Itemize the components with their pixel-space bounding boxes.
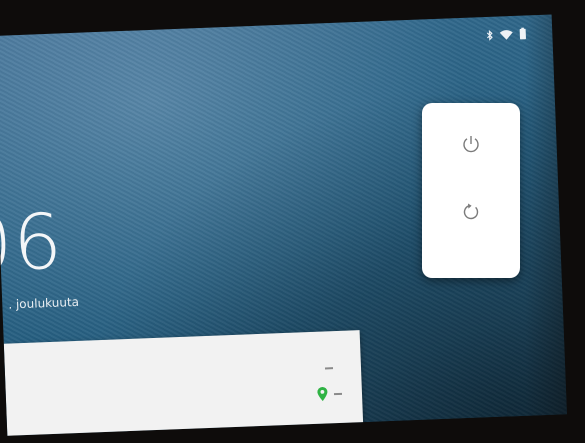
notification-divider	[324, 367, 334, 370]
bluetooth-icon	[486, 29, 493, 41]
battery-icon	[519, 27, 526, 40]
wifi-icon	[499, 28, 513, 40]
power-off-button[interactable]	[446, 121, 496, 171]
device-photo: 06 . joulukuuta	[0, 0, 585, 443]
restart-icon	[461, 202, 481, 226]
notification-card[interactable]	[3, 330, 364, 436]
clock-time: 06	[0, 196, 65, 290]
power-menu	[422, 103, 520, 278]
clock-date: . joulukuuta	[8, 294, 80, 312]
status-bar	[486, 27, 526, 41]
notification-divider	[333, 392, 343, 396]
location-pin-icon	[317, 386, 329, 405]
power-icon	[461, 134, 481, 158]
restart-button[interactable]	[446, 189, 496, 239]
